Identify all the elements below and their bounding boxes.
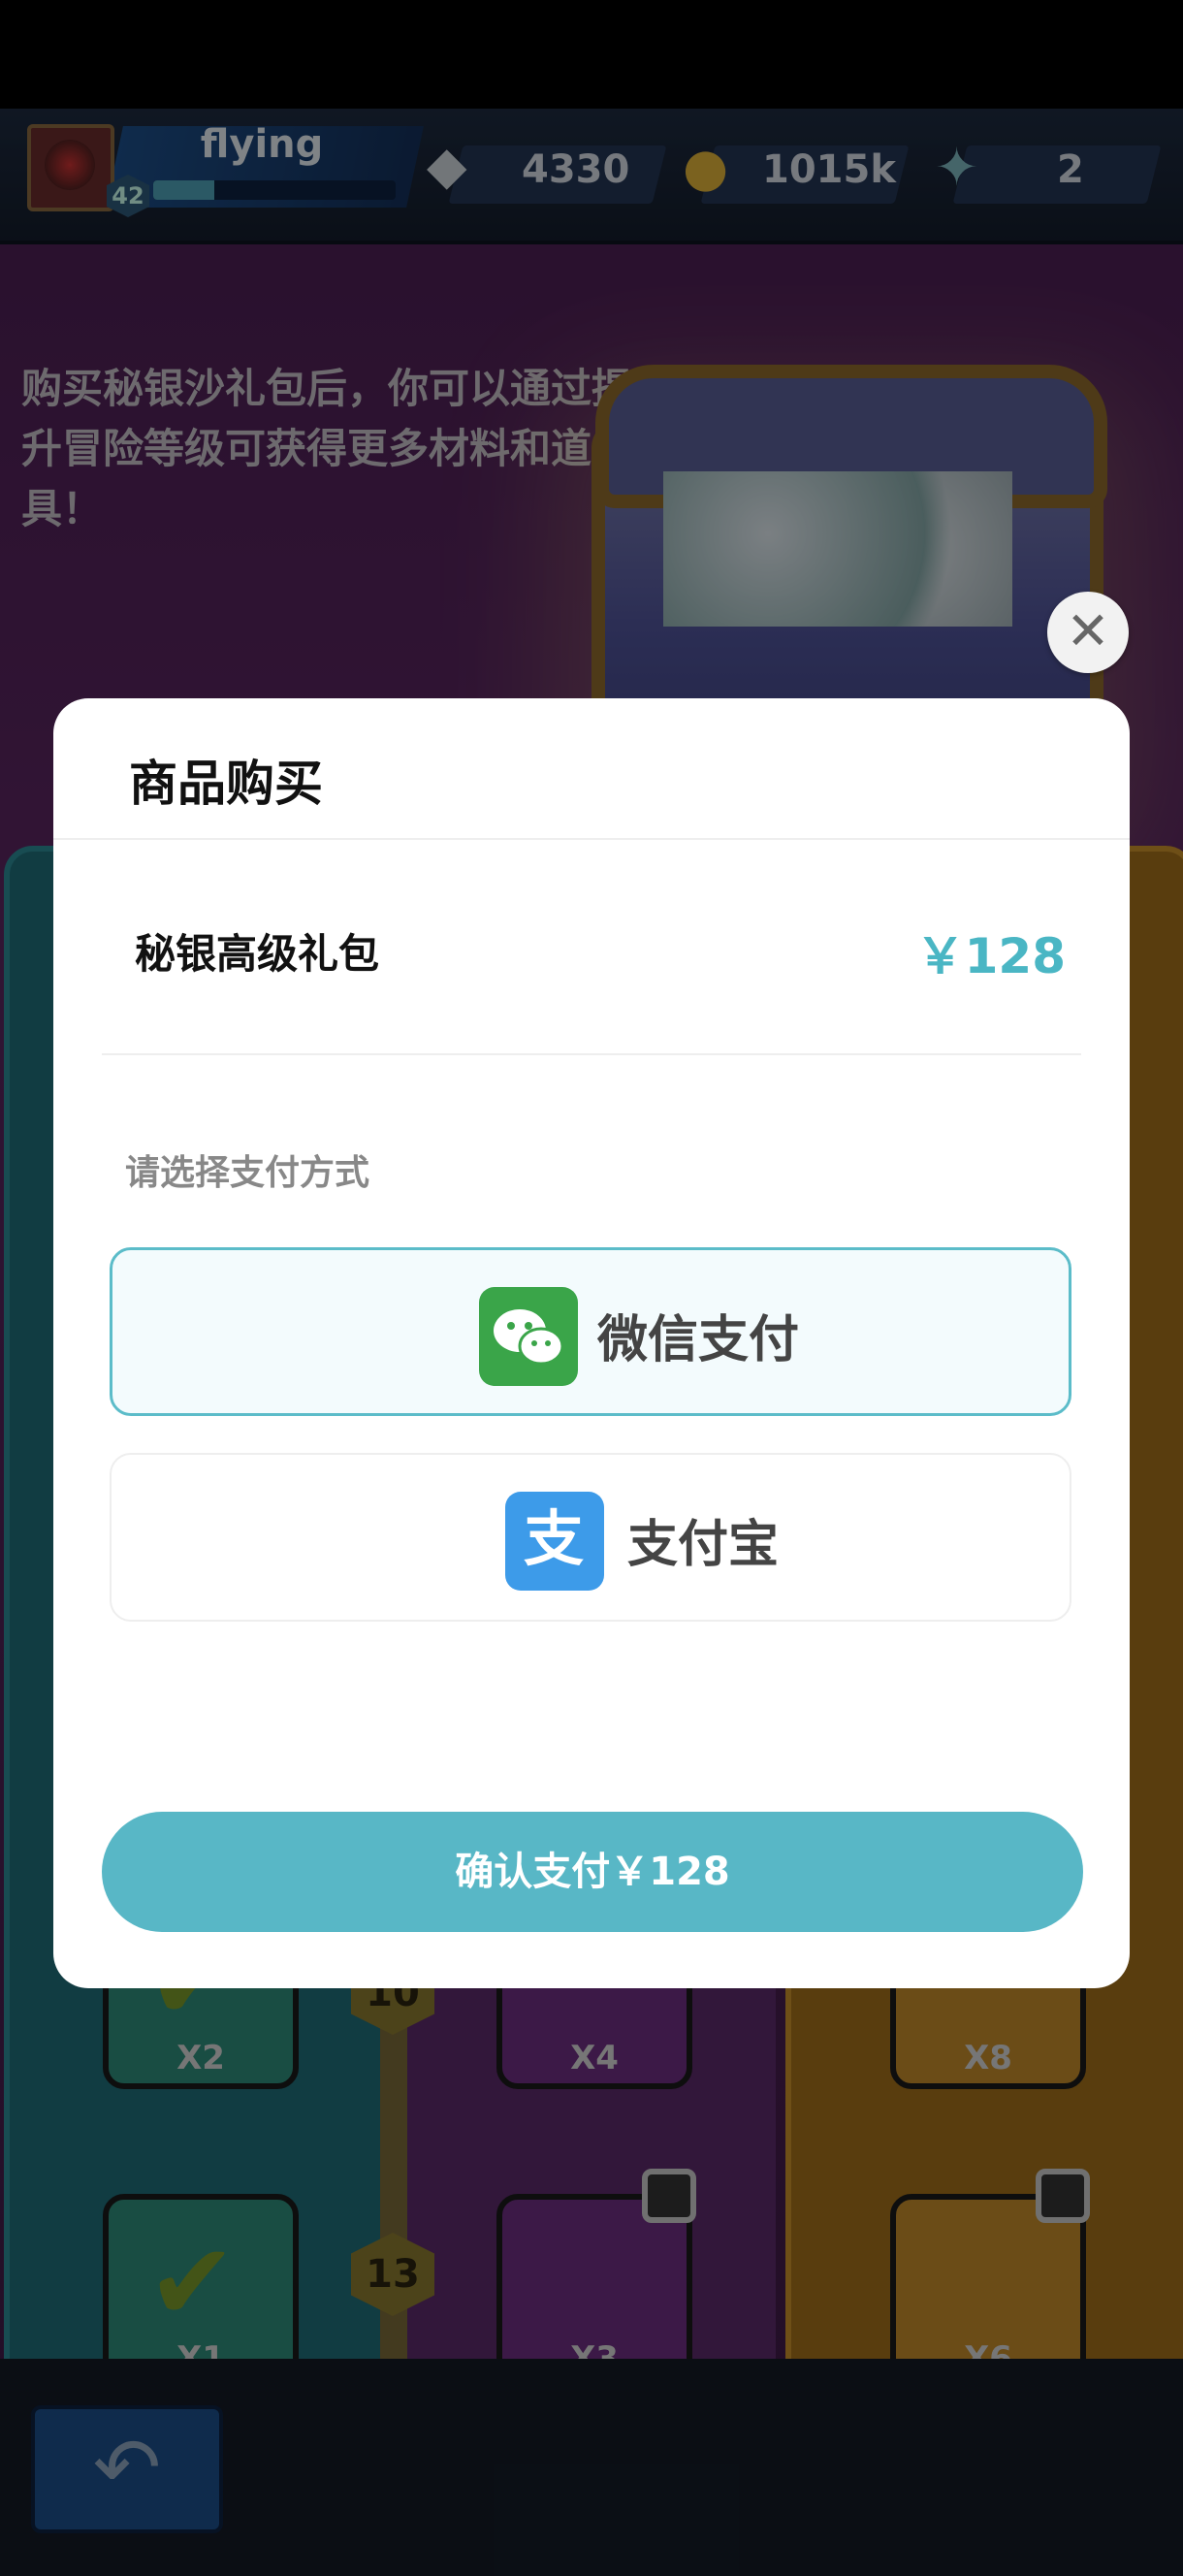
close-icon: ✕ [1066,600,1110,661]
dialog-title: 商品购买 [129,756,323,812]
alipay-option[interactable]: 支 支付宝 [110,1453,1071,1622]
alipay-icon: 支 [505,1492,604,1591]
divider [102,1053,1081,1055]
wechat-pay-option[interactable]: 微信支付 [110,1247,1071,1416]
payment-method-prompt: 请选择支付方式 [125,1153,370,1193]
divider [53,838,1130,840]
close-button[interactable]: ✕ [1047,592,1129,673]
confirm-payment-button[interactable]: 确认支付￥128 [102,1812,1083,1932]
product-name: 秘银高级礼包 [135,930,380,978]
svg-text:支: 支 [524,1503,584,1574]
product-price: ￥128 [915,928,1066,984]
alipay-label: 支付宝 [627,1516,780,1574]
wechat-pay-label: 微信支付 [597,1311,800,1369]
purchase-dialog: 商品购买 秘银高级礼包 ￥128 请选择支付方式 微信支付 支 支付宝 确认支付… [53,698,1130,1988]
wechat-icon [479,1287,578,1386]
